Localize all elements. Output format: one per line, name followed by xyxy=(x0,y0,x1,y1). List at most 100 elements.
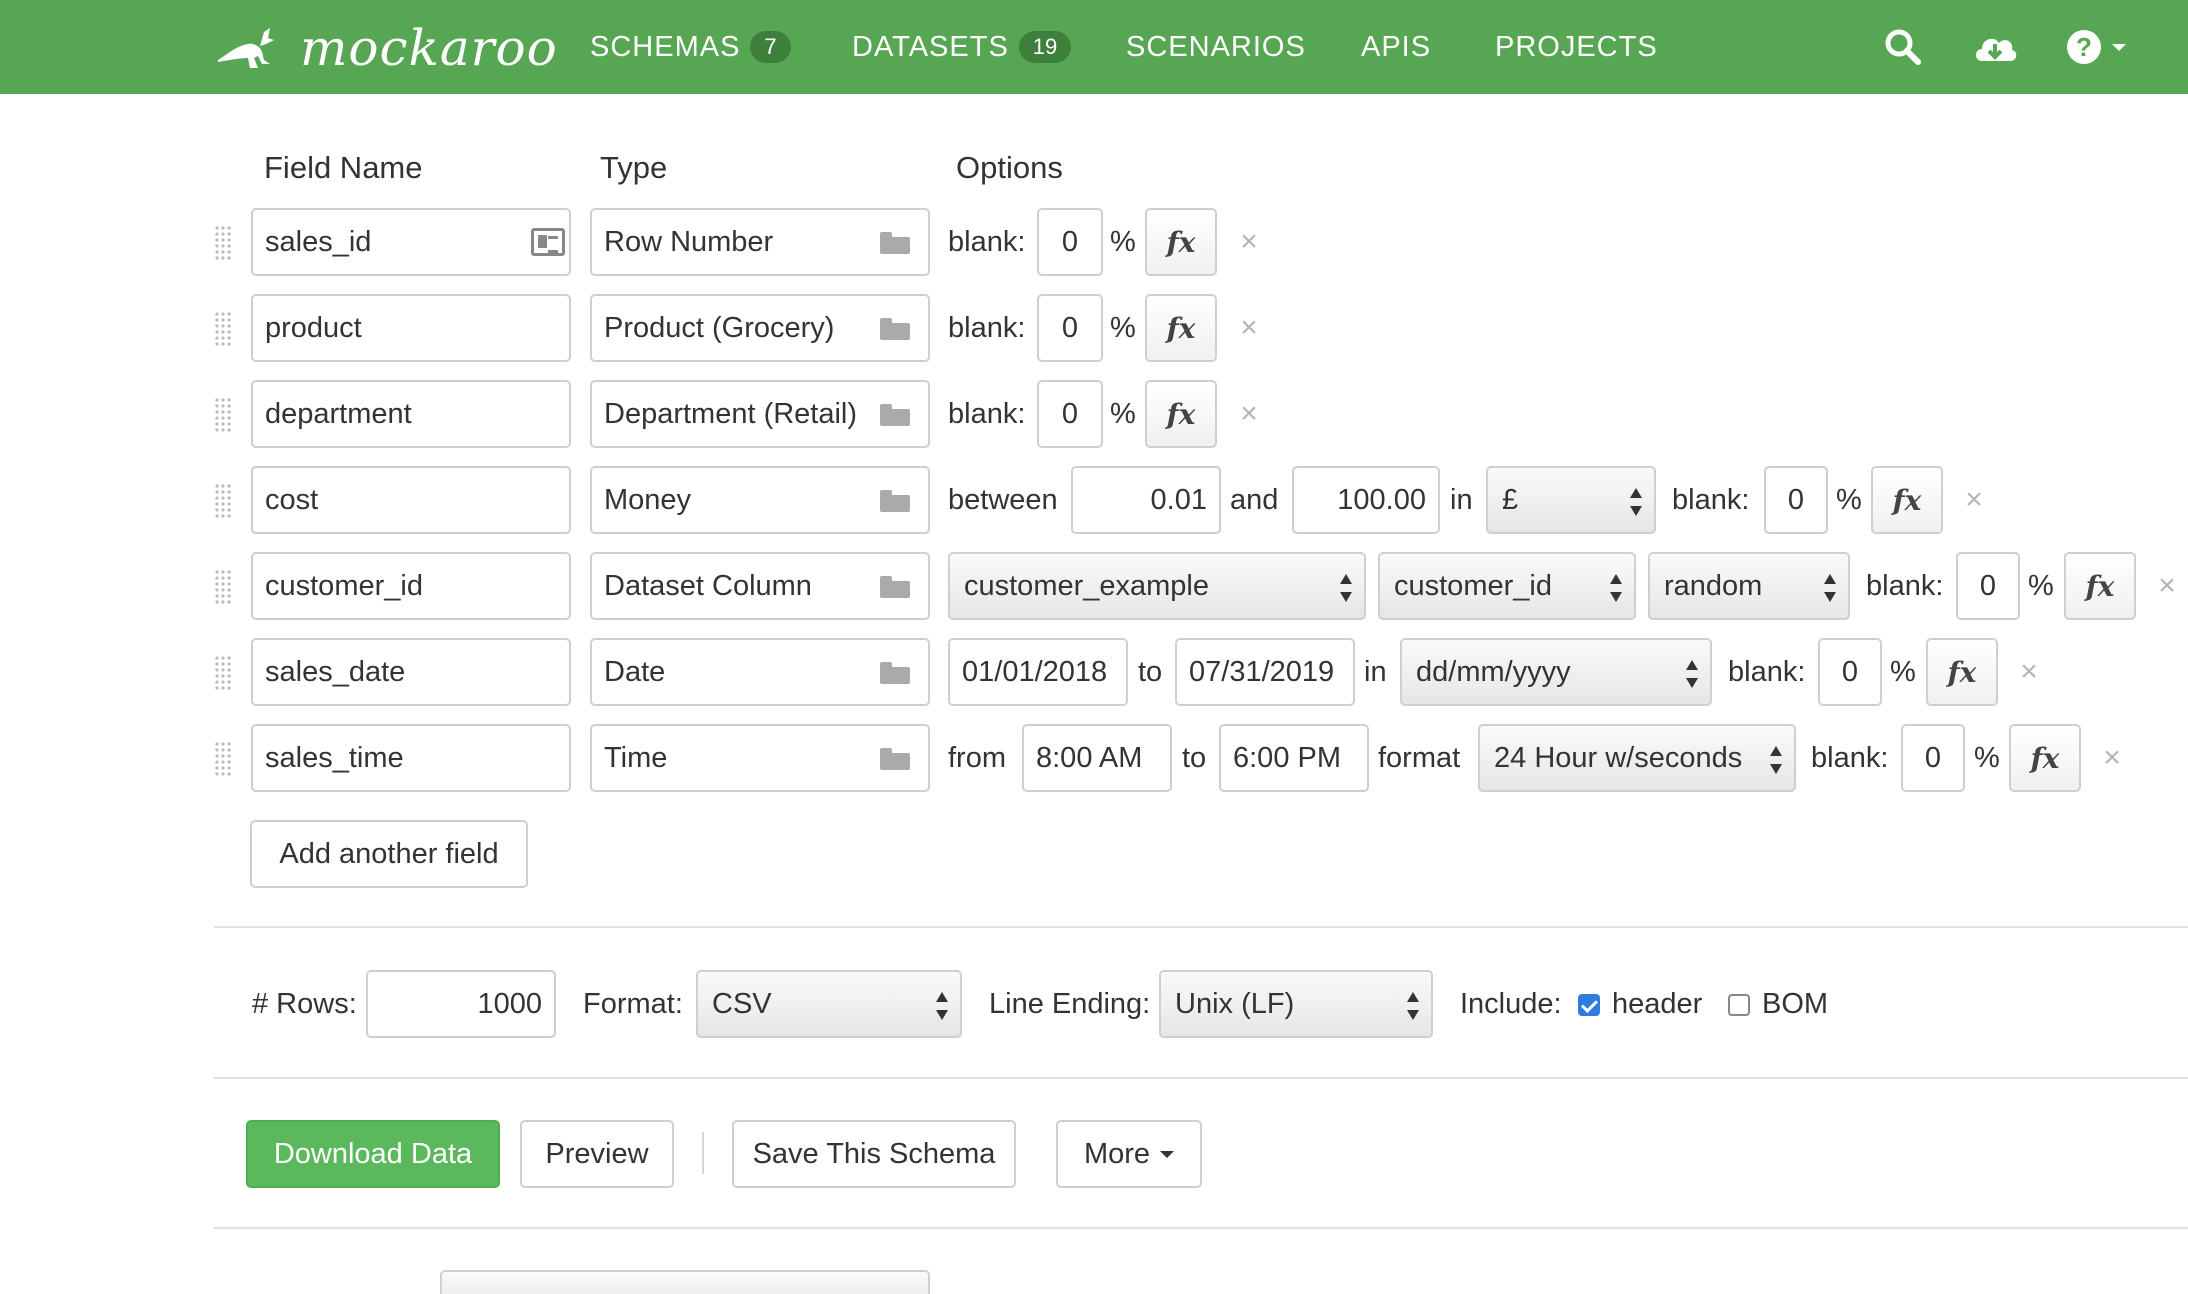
blank-label: blank: xyxy=(948,311,1026,344)
field-type-label: Time xyxy=(604,741,668,774)
drag-handle[interactable] xyxy=(214,311,232,347)
nav-apis[interactable]: APIS xyxy=(1361,0,1431,94)
field-type-label: Money xyxy=(604,483,692,516)
header-label: header xyxy=(1612,987,1703,1020)
partial-select[interactable] xyxy=(440,1270,930,1294)
select-arrows-icon xyxy=(936,992,948,1020)
selection-mode-select[interactable]: random xyxy=(1648,552,1850,620)
brand-name: mockaroo xyxy=(300,19,558,77)
blank-percent-input[interactable]: 0 xyxy=(1037,208,1103,276)
cloud-download-icon[interactable] xyxy=(1972,22,2018,72)
help-menu[interactable]: ? xyxy=(2066,22,2126,72)
formula-button[interactable]: fx xyxy=(1871,466,1943,534)
field-name-input[interactable]: cost xyxy=(251,466,571,534)
brand-logo[interactable]: mockaroo xyxy=(214,18,558,78)
blank-percent-input[interactable]: 0 xyxy=(1901,724,1965,792)
column-header-field-name: Field Name xyxy=(264,150,423,185)
formula-button[interactable]: fx xyxy=(1145,208,1217,276)
time-to-input[interactable]: 6:00 PM xyxy=(1219,724,1369,792)
field-type-label: Department (Retail) xyxy=(604,397,858,430)
nav-scenarios[interactable]: SCENARIOS xyxy=(1126,0,1306,94)
field-type-input[interactable]: Department (Retail) xyxy=(590,380,930,448)
add-field-button[interactable]: Add another field xyxy=(250,820,528,888)
blank-label: blank: xyxy=(948,397,1026,430)
from-label: from xyxy=(948,741,1006,774)
folder-icon xyxy=(880,404,910,426)
field-name-input[interactable]: department xyxy=(251,380,571,448)
drag-handle[interactable] xyxy=(214,741,232,777)
remove-field-icon[interactable]: × xyxy=(1234,294,1264,362)
time-from-input[interactable]: 8:00 AM xyxy=(1022,724,1172,792)
remove-field-icon[interactable]: × xyxy=(2014,638,2044,706)
formula-button[interactable]: fx xyxy=(1926,638,1998,706)
date-format-select[interactable]: dd/mm/yyyy xyxy=(1400,638,1712,706)
remove-field-icon[interactable]: × xyxy=(2152,552,2182,620)
field-type-label: Date xyxy=(604,655,666,688)
blank-label: blank: xyxy=(1811,741,1889,774)
formula-button[interactable]: fx xyxy=(1145,380,1217,448)
formula-button[interactable]: fx xyxy=(1145,294,1217,362)
drag-handle[interactable] xyxy=(214,483,232,519)
field-type-input[interactable]: Date xyxy=(590,638,930,706)
dataset-select[interactable]: customer_example xyxy=(948,552,1366,620)
remove-field-icon[interactable]: × xyxy=(1234,208,1264,276)
blank-label: blank: xyxy=(948,225,1026,258)
field-type-label: Product (Grocery) xyxy=(604,311,835,344)
field-type-input[interactable]: Dataset Column xyxy=(590,552,930,620)
nav-datasets[interactable]: DATASETS 19 xyxy=(852,0,1072,94)
blank-percent-input[interactable]: 0 xyxy=(1037,380,1103,448)
bom-label: BOM xyxy=(1762,987,1829,1020)
drag-handle[interactable] xyxy=(214,225,232,261)
date-to-input[interactable]: 07/31/2019 xyxy=(1175,638,1355,706)
format-select[interactable]: CSV xyxy=(696,970,962,1038)
drag-handle[interactable] xyxy=(214,569,232,605)
blank-percent-input[interactable]: 0 xyxy=(1818,638,1882,706)
id-card-icon[interactable] xyxy=(531,228,565,256)
field-name-input[interactable]: sales_date xyxy=(251,638,571,706)
drag-handle[interactable] xyxy=(214,397,232,433)
blank-percent-input[interactable]: 0 xyxy=(1956,552,2020,620)
rows-label: # Rows: xyxy=(252,987,357,1020)
formula-button[interactable]: fx xyxy=(2009,724,2081,792)
line-ending-select[interactable]: Unix (LF) xyxy=(1159,970,1433,1038)
field-type-input[interactable]: Money xyxy=(590,466,930,534)
field-name-input[interactable]: sales_time xyxy=(251,724,571,792)
download-data-button[interactable]: Download Data xyxy=(246,1120,500,1188)
currency-select[interactable]: £ xyxy=(1486,466,1656,534)
include-label: Include: xyxy=(1460,987,1562,1020)
field-name-input[interactable]: customer_id xyxy=(251,552,571,620)
chevron-down-icon xyxy=(1160,1150,1175,1158)
field-type-input[interactable]: Product (Grocery) xyxy=(590,294,930,362)
date-from-input[interactable]: 01/01/2018 xyxy=(948,638,1128,706)
dataset-column-select[interactable]: customer_id xyxy=(1378,552,1636,620)
remove-field-icon[interactable]: × xyxy=(2097,724,2127,792)
more-dropdown-button[interactable]: More xyxy=(1056,1120,1202,1188)
time-format-select[interactable]: 24 Hour w/seconds xyxy=(1478,724,1796,792)
divider xyxy=(214,926,2188,928)
select-arrows-icon xyxy=(1770,746,1782,774)
formula-button[interactable]: fx xyxy=(2064,552,2136,620)
money-min-input[interactable]: 0.01 xyxy=(1071,466,1221,534)
select-arrows-icon xyxy=(1824,574,1836,602)
blank-percent-input[interactable]: 0 xyxy=(1764,466,1828,534)
nav-schemas-label: SCHEMAS xyxy=(590,30,741,63)
field-name-input[interactable]: product xyxy=(251,294,571,362)
remove-field-icon[interactable]: × xyxy=(1234,380,1264,448)
folder-icon xyxy=(880,490,910,512)
search-icon[interactable] xyxy=(1884,22,1922,72)
save-schema-button[interactable]: Save This Schema xyxy=(732,1120,1016,1188)
remove-field-icon[interactable]: × xyxy=(1959,466,1989,534)
rows-input[interactable]: 1000 xyxy=(366,970,556,1038)
nav-schemas[interactable]: SCHEMAS 7 xyxy=(590,0,791,94)
nav-projects[interactable]: PROJECTS xyxy=(1495,0,1658,94)
header-checkbox[interactable] xyxy=(1578,994,1600,1016)
field-type-input[interactable]: Row Number xyxy=(590,208,930,276)
money-max-input[interactable]: 100.00 xyxy=(1292,466,1440,534)
field-name-input[interactable]: sales_id xyxy=(251,208,571,276)
drag-handle[interactable] xyxy=(214,655,232,691)
preview-button[interactable]: Preview xyxy=(520,1120,674,1188)
blank-percent-input[interactable]: 0 xyxy=(1037,294,1103,362)
field-type-input[interactable]: Time xyxy=(590,724,930,792)
select-arrows-icon xyxy=(1686,660,1698,688)
bom-checkbox[interactable] xyxy=(1728,994,1750,1016)
